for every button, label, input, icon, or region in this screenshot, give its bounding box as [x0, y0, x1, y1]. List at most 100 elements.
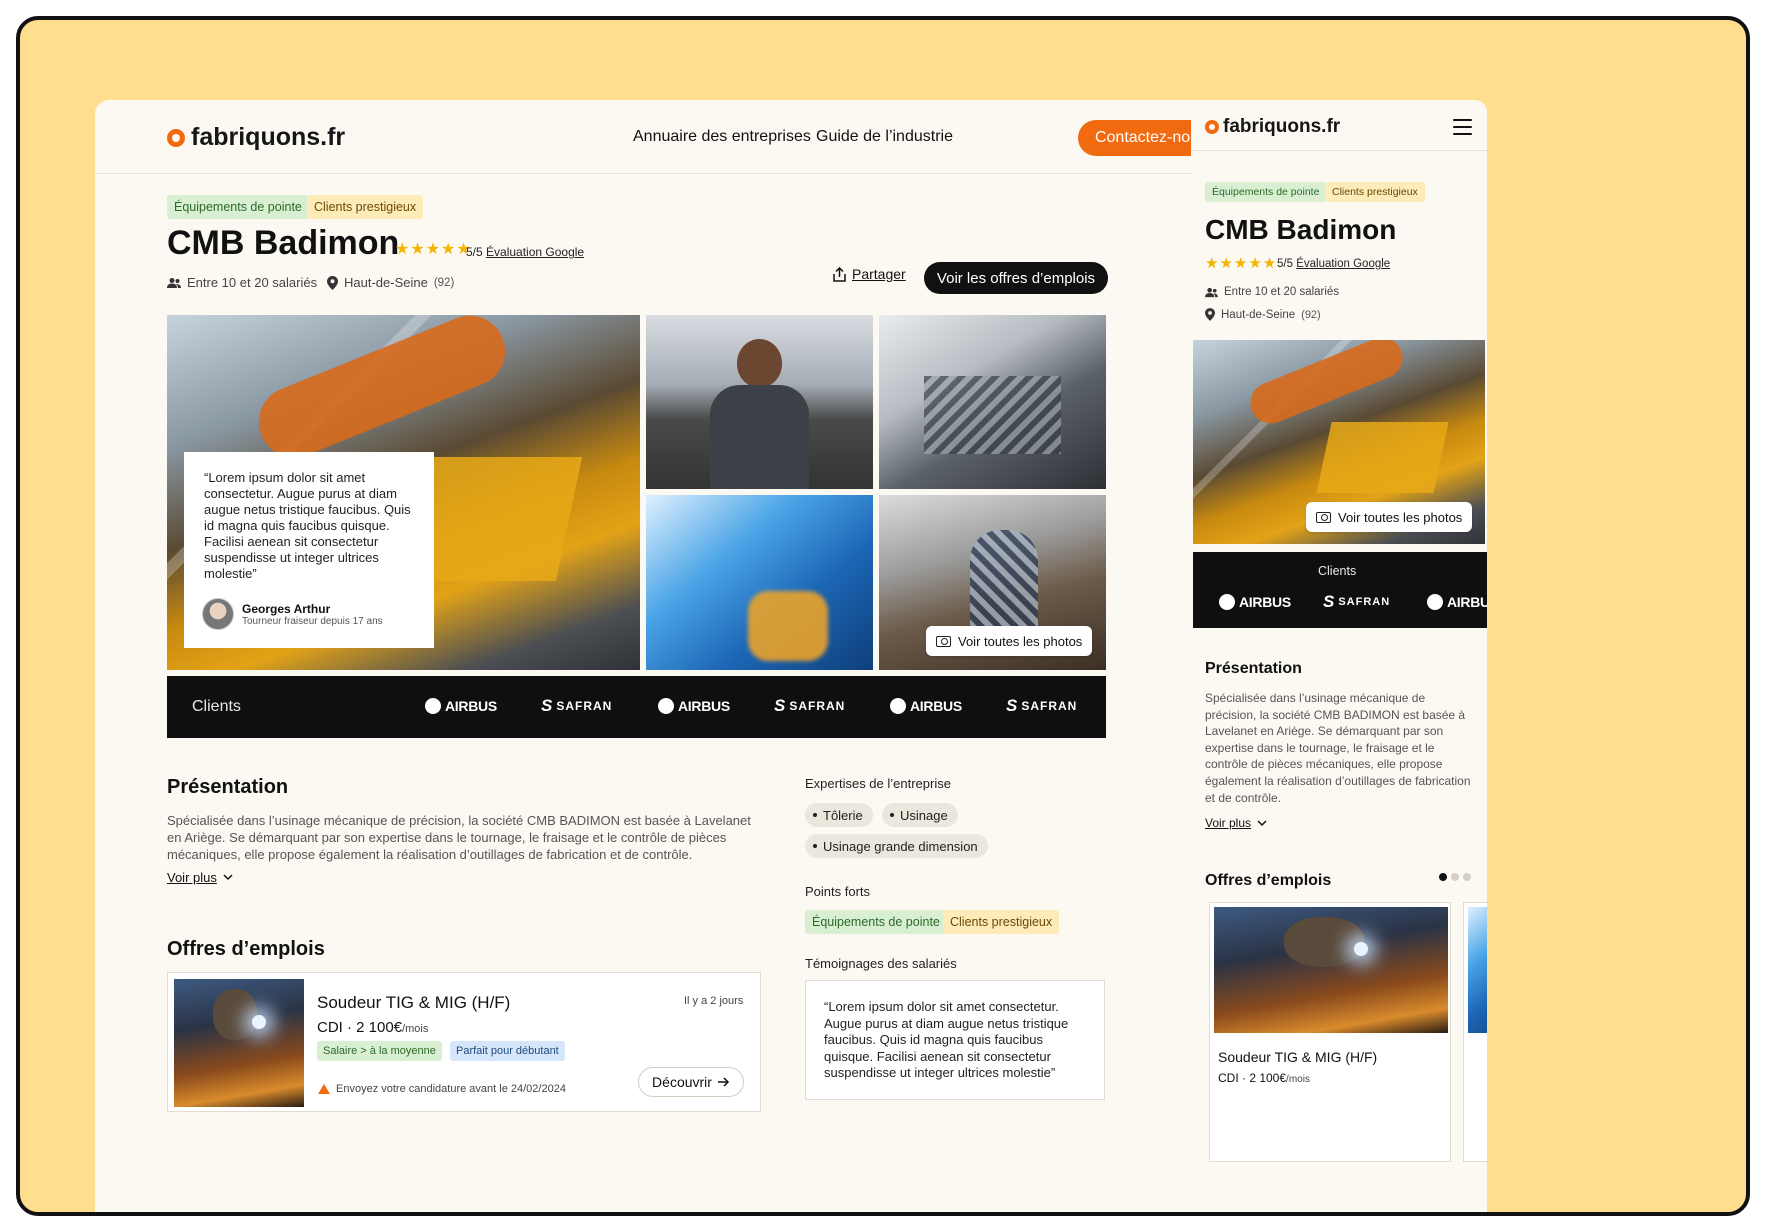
see-all-photos-button[interactable]: Voir toutes les photos [926, 626, 1093, 656]
company-tag-clients: Clients prestigieux [1325, 182, 1425, 202]
camera-icon [1316, 511, 1331, 523]
view-jobs-button[interactable]: Voir les offres d’emplois [924, 262, 1108, 294]
more-label: Voir plus [167, 870, 217, 885]
camera-icon [936, 635, 951, 647]
discover-button[interactable]: Découvrir [638, 1067, 744, 1097]
client-logo-safran: S SAFRAN [1006, 696, 1078, 715]
client-logo-airbus: AIRBUS [890, 698, 962, 714]
chevron-down-icon [1257, 819, 1267, 826]
blue-production-line-photo[interactable] [646, 495, 873, 670]
divider [1191, 150, 1487, 151]
discover-label: Découvrir [652, 1074, 712, 1090]
presentation-text: Spécialisée dans l’usinage mécanique de … [1205, 691, 1471, 805]
clients-band: Clients AIRBUS S SAFRAN AIRBUS S SAFRAN AI… [167, 676, 1106, 738]
location-meta: Haut-de-Seine (92) [327, 275, 454, 290]
presentation-title: Présentation [167, 776, 289, 798]
arrow-right-icon [717, 1077, 730, 1087]
airbus-icon [890, 698, 906, 714]
presentation-text: Spécialisée dans l’usinage mécanique de … [167, 813, 751, 862]
client-logo-safran: S SAFRAN [774, 696, 846, 715]
company-tag-equipment: Équipements de pointe [1205, 182, 1327, 202]
warning-icon [318, 1084, 330, 1094]
rating-source-link[interactable]: Évaluation Google [486, 245, 584, 259]
company-tag-equipment: Équipements de pointe [167, 195, 309, 219]
client-logo-safran: S SAFRAN [541, 696, 613, 715]
map-pin-icon [1205, 308, 1215, 321]
job-title: Soudeur TIG & MIG (H/F) [1218, 1049, 1378, 1065]
jobs-title: Offres d’emplois [167, 938, 325, 960]
rating-stars-icon: ★★★★★ [395, 241, 472, 258]
author-role: Tourneur fraiseur depuis 17 ans [242, 615, 383, 627]
strength-tag-equipment: Équipements de pointe [805, 910, 947, 934]
client-logo-airbus: AIRBUS [1219, 594, 1291, 610]
showcase-frame: fabriquons.fr Annuaire des entreprises G… [16, 16, 1750, 1216]
nav-link-directory[interactable]: Annuaire des entreprises [633, 128, 811, 146]
job-card-next[interactable] [1463, 902, 1487, 1162]
job-contract: CDI · 2 100€/mois [317, 1019, 429, 1036]
see-all-photos-button[interactable]: Voir toutes les photos [1306, 502, 1473, 532]
rating-source-link[interactable]: Évaluation Google [1296, 258, 1390, 270]
employees-meta: Entre 10 et 20 salariés [167, 275, 317, 290]
location-meta: Haut-de-Seine (92) [1205, 308, 1321, 321]
testimonials-title: Témoignages des salariés [805, 956, 957, 971]
testimonial-author: Georges Arthur Tourneur fraiseur depuis … [202, 598, 383, 630]
map-pin-icon [327, 275, 338, 290]
location-text: Haut-de-Seine [344, 275, 428, 290]
job-tag-salary: Salaire > à la moyenne [317, 1041, 442, 1061]
clients-band: Clients AIRBUS SSAFRAN AIRBUS [1193, 552, 1487, 628]
welder-photo [1214, 907, 1448, 1033]
testimonial-card: “Lorem ipsum dolor sit amet consectetur.… [805, 980, 1105, 1100]
testimonial-overlay-quote: “Lorem ipsum dolor sit amet consectetur.… [204, 470, 411, 581]
top-navigation: fabriquons.fr Annuaire des entreprises G… [95, 100, 1295, 174]
nav-link-guide[interactable]: Guide de l’industrie [816, 128, 953, 146]
client-logo-airbus: AIRBUS [1427, 594, 1487, 610]
client-logo-airbus: AIRBUS [425, 698, 497, 714]
expertise-pill: Usinage grande dimension [805, 834, 988, 858]
welder-photo [174, 979, 304, 1107]
rating-text: 5/5 Évaluation Google [1277, 258, 1391, 270]
logo-mark-icon [1205, 120, 1219, 134]
job-card[interactable]: Soudeur TIG & MIG (H/F) CDI · 2 100€/moi… [1209, 902, 1451, 1162]
logo-text: fabriquons.fr [1223, 116, 1341, 137]
desktop-window: fabriquons.fr Annuaire des entreprises G… [95, 100, 1295, 1212]
share-link[interactable]: Partager [833, 266, 906, 282]
logo-text: fabriquons.fr [191, 123, 346, 151]
job-card[interactable]: Soudeur TIG & MIG (H/F) Il y a 2 jours C… [167, 972, 761, 1112]
people-icon [1205, 287, 1218, 297]
logo-mark-icon [167, 128, 185, 147]
client-logo-airbus: AIRBUS [658, 698, 730, 714]
chevron-down-icon [223, 874, 233, 881]
safran-icon: S [774, 696, 786, 715]
worker-portrait-photo[interactable] [646, 315, 873, 489]
share-icon [833, 266, 846, 282]
testimonial-quote: “Lorem ipsum dolor sit amet consectetur.… [824, 999, 1069, 1080]
mobile-window: fabriquons.fr Équipements de pointe Clie… [1191, 100, 1487, 1212]
job-deadline: Envoyez votre candidature avant le 24/02… [318, 1083, 566, 1095]
jobs-title: Offres d’emplois [1205, 872, 1332, 889]
expertise-pill: Usinage [882, 803, 958, 827]
presentation-more-link[interactable]: Voir plus [1205, 816, 1267, 830]
see-all-photos-label: Voir toutes les photos [958, 633, 1083, 649]
safran-icon: S [541, 696, 553, 715]
expertise-pill: Tôlerie [805, 803, 873, 827]
job-tag-beginner: Parfait pour débutant [450, 1041, 565, 1061]
avatar [202, 598, 234, 630]
airbus-icon [425, 698, 441, 714]
hamburger-menu-icon[interactable] [1453, 119, 1472, 135]
company-name: CMB Badimon [1205, 214, 1397, 245]
mobile-site-logo[interactable]: fabriquons.fr [1205, 116, 1340, 138]
safran-icon: S [1006, 696, 1018, 715]
client-logo-safran: S SAFRAN [1323, 592, 1391, 611]
stairs-machine-photo[interactable] [879, 315, 1106, 489]
job-title: Soudeur TIG & MIG (H/F) [317, 993, 511, 1012]
rating-value: 5/5 [466, 245, 483, 259]
presentation-more-link[interactable]: Voir plus [167, 870, 233, 885]
carousel-dots[interactable] [1439, 873, 1471, 881]
clients-label: Clients [192, 698, 241, 715]
company-name: CMB Badimon [167, 224, 400, 262]
strength-tag-clients: Clients prestigieux [943, 910, 1060, 934]
share-label: Partager [852, 266, 906, 282]
rating-stars-icon: ★★★★★ [1205, 255, 1278, 272]
site-logo[interactable]: fabriquons.fr [167, 123, 345, 152]
people-icon [167, 277, 181, 288]
